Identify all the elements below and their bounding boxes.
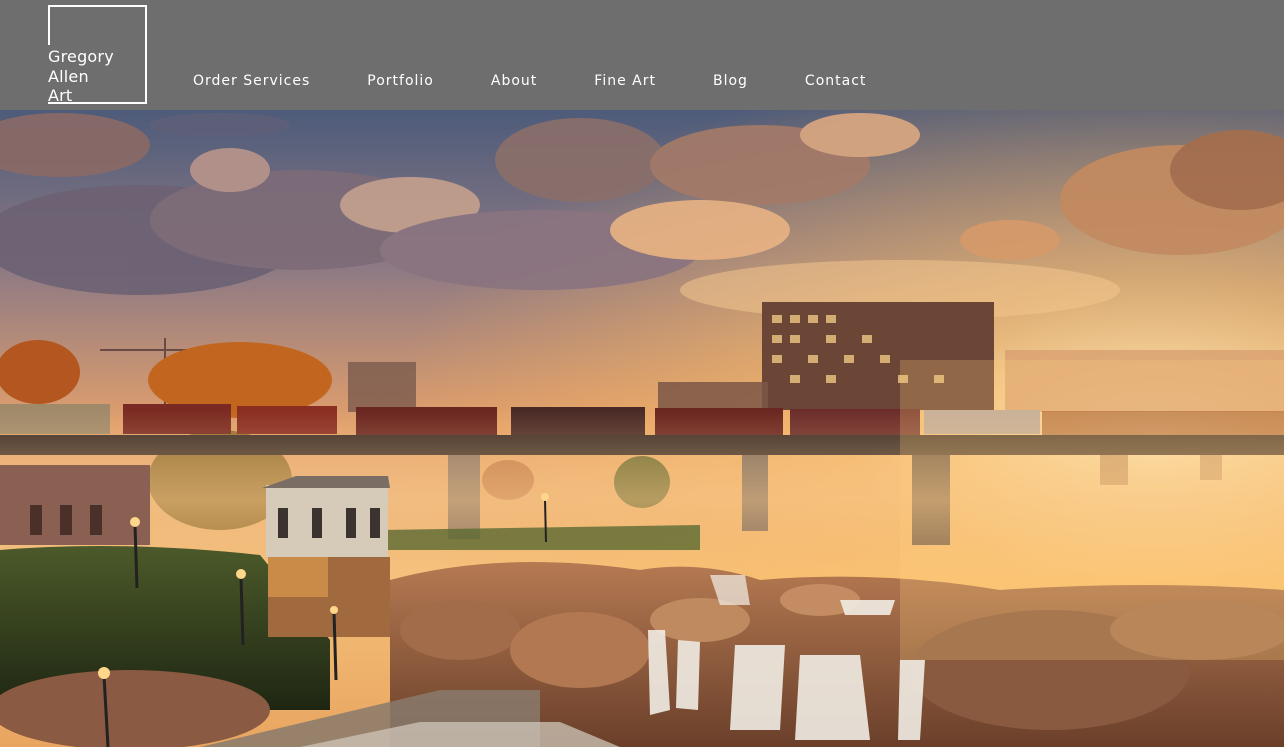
page: Gregory Allen Art Order Services Portfol…: [0, 0, 1284, 747]
nav-about[interactable]: About: [491, 71, 537, 91]
hero-image: [0, 110, 1284, 747]
logo-text: Gregory Allen Art: [48, 47, 114, 106]
mill-house: [262, 476, 390, 637]
nav-contact[interactable]: Contact: [805, 71, 866, 91]
nav-portfolio[interactable]: Portfolio: [367, 71, 434, 91]
nav-order-services[interactable]: Order Services: [193, 71, 310, 91]
hero-illustration: [0, 110, 1284, 747]
logo-line-3: Art: [48, 86, 73, 105]
nav-blog[interactable]: Blog: [713, 71, 748, 91]
logo-line-2: Allen: [48, 66, 89, 86]
nav-fine-art[interactable]: Fine Art: [594, 71, 656, 91]
main-nav: Order Services Portfolio About Fine Art …: [193, 71, 866, 91]
site-header: Gregory Allen Art Order Services Portfol…: [0, 0, 1284, 110]
site-logo[interactable]: Gregory Allen Art: [48, 5, 147, 106]
logo-line-1: Gregory: [48, 47, 114, 66]
